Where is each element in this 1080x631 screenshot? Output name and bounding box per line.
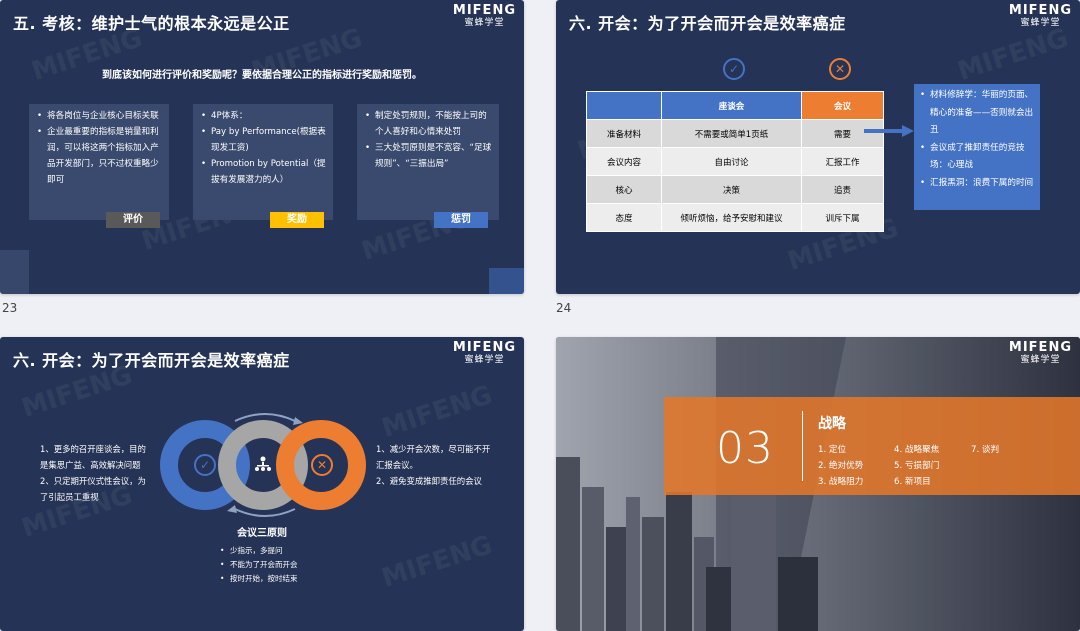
table-cell: 汇报工作 [801,147,884,176]
eval-box: 将各岗位与企业核心目标关联 企业最重要的指标是销量和利润，可以将这两个指标加入产… [29,104,169,220]
lead-text: 到底该如何进行评价和奖励呢？要依据合理公正的指标进行奖励和惩罚。 [102,70,422,81]
table-header-row: 座谈会 会议 [586,91,884,120]
list-item: 会议成了推卸责任的竞技场：心理战 [918,140,1036,175]
list-item: 制定处罚规则，不能按上司的个人喜好和心情来处罚 [365,108,493,140]
slide-23[interactable]: MIFENG MIFENG MIFENG MIFENG 五. 考核：维护士气的根… [0,0,524,294]
deco-block [489,268,524,294]
watermark: MIFENG [378,530,497,594]
slide-26[interactable]: MIFENG 蜜蜂学堂 03 战略 1. 定位 2. 绝对优势 3. 战略阻力 … [556,337,1080,631]
list-item: Pay by Performance(根据表现发工资) [201,124,327,156]
table-cell: 座谈会 [661,91,802,120]
list-item: 1. 定位 [818,445,847,455]
table-cell: 决策 [661,175,802,204]
tag-punish: 惩罚 [434,212,488,228]
tag-reward: 奖励 [270,212,324,228]
punish-box: 制定处罚规则，不能按上司的个人喜好和心情来处罚 三大处罚原则是不宽容、“足球规则… [357,104,499,220]
slide-25[interactable]: MIFENG MIFENG MIFENG MIFENG 六. 开会：为了开会而开… [0,337,524,631]
divider [802,411,803,481]
logo: MIFENG 蜜蜂学堂 [1008,3,1072,28]
logo: MIFENG 蜜蜂学堂 [452,340,516,365]
table-cell [586,91,662,120]
list-item: 7. 谈判 [971,445,1000,455]
table-row: 核心 决策 追责 [586,175,884,204]
table-row: 会议内容 自由讨论 汇报工作 [586,147,884,176]
list-item: 材料修辞学：华丽的页面、精心的准备——否则就会出丑 [918,87,1036,140]
watermark: MIFENG [378,380,497,444]
arrow-right-icon [864,125,914,137]
list-item: 汇报黑洞：浪费下属的时间 [918,175,1036,193]
deco-block [0,250,29,294]
slide-title: 六. 开会：为了开会而开会是效率癌症 [569,14,846,33]
list-item: 5. 亏损部门 [894,461,940,471]
table-cell: 态度 [586,203,662,232]
slide-number: 23 [2,301,18,315]
note-box: 材料修辞学：华丽的页面、精心的准备——否则就会出丑 会议成了推卸责任的竞技场：心… [914,84,1040,210]
principles-list: 少指示，多提问 不能为了开会而开会 按时开始，按时结束 [220,544,298,586]
list-item: 三大处罚原则是不宽容、“足球规则”、“三振出局” [365,140,493,172]
tag-eval: 评价 [106,212,160,228]
slide-title: 五. 考核：维护士气的根本永远是公正 [13,14,290,33]
table-cell: 会议 [801,91,884,120]
table-cell: 自由讨论 [661,147,802,176]
table-cell: 核心 [586,175,662,204]
list-item: 2. 绝对优势 [818,461,864,471]
section-title: 战略 [818,416,846,432]
compare-table: 座谈会 会议 准备材料 不需要或简单1页纸 需要 会议内容 自由讨论 汇报工作 … [586,91,884,232]
slide-gallery: MIFENG MIFENG MIFENG MIFENG 五. 考核：维护士气的根… [0,0,1080,631]
table-row: 态度 倾听烦恼，给予安慰和建议 训斥下属 [586,203,884,232]
watermark: MIFENG [954,23,1073,87]
list-item: 3. 战略阻力 [818,477,864,487]
list-item: 4P体系： [201,108,327,124]
section-number: 03 [716,423,774,474]
cross-icon: ✕ [829,58,851,80]
reward-box: 4P体系： Pay by Performance(根据表现发工资) Promot… [193,104,333,220]
slide-number: 24 [556,301,572,315]
list-item: 6. 新项目 [894,477,931,487]
table-cell: 倾听烦恼，给予安慰和建议 [661,203,802,232]
list-item: 按时开始，按时结束 [220,572,298,586]
table-row: 准备材料 不需要或简单1页纸 需要 [586,119,884,148]
table-cell: 追责 [801,175,884,204]
slide-24[interactable]: MIFENG MIFENG MIFENG 六. 开会：为了开会而开会是效率癌症 … [556,0,1080,294]
left-text: 1、更多的召开座谈会，目的是集思广益、高效解决问题 2、只定期开仪式性会议，为了… [40,444,146,502]
principles-title: 会议三原则 [237,528,287,539]
right-text: 1、减少开会次数，尽可能不开汇报会议。 2、避免变成推卸责任的会议 [376,444,491,486]
team-icon [254,455,272,473]
list-item: 将各岗位与企业核心目标关联 [37,108,163,124]
logo: MIFENG 蜜蜂学堂 [452,3,516,28]
list-item: 企业最重要的指标是销量和利润，可以将这两个指标加入产品开发部门，只不过权重略少即… [37,124,163,188]
list-item: 4. 战略聚焦 [894,445,940,455]
list-item: Promotion by Potential（提拔有发展潜力的人） [201,156,327,188]
slide-title: 六. 开会：为了开会而开会是效率癌症 [13,351,290,370]
table-cell: 准备材料 [586,119,662,148]
table-cell: 训斥下属 [801,203,884,232]
cross-icon: ✕ [311,454,333,476]
check-icon: ✓ [723,58,745,80]
list-item: 少指示，多提问 [220,544,298,558]
list-item: 不能为了开会而开会 [220,558,298,572]
table-cell: 会议内容 [586,147,662,176]
table-cell: 不需要或简单1页纸 [661,119,802,148]
logo: MIFENG 蜜蜂学堂 [1008,340,1072,365]
check-icon: ✓ [194,454,216,476]
